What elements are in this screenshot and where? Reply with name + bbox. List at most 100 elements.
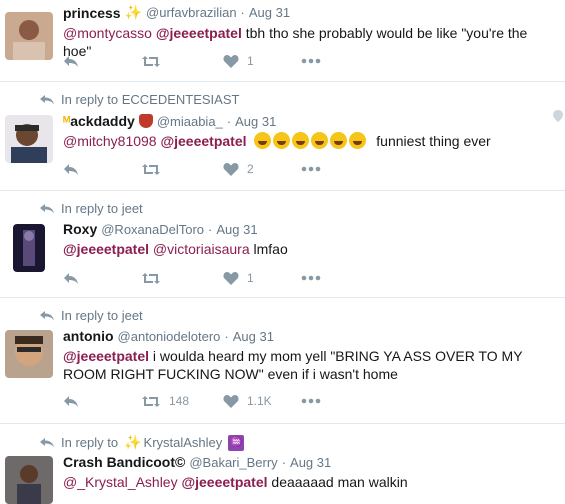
display-name[interactable]: princess — [63, 5, 121, 21]
reply-context[interactable]: In reply to jeet — [40, 201, 143, 216]
separator-dot: · — [240, 5, 245, 20]
mention-link[interactable]: @jeeeetpatel — [63, 241, 149, 257]
avatar[interactable] — [13, 224, 45, 272]
mention-link[interactable]: @victoriaisaura — [153, 241, 250, 257]
timestamp[interactable]: Aug 31 — [235, 114, 276, 129]
mention-link[interactable]: @mitchy81098 — [63, 133, 157, 149]
heart-icon — [223, 55, 239, 68]
retweet-icon — [142, 395, 160, 407]
reply-icon — [64, 163, 78, 175]
display-name[interactable]: Roxy — [63, 221, 97, 237]
reply-context[interactable]: In reply to ECCEDENTESIAST — [40, 92, 239, 107]
tweet: In reply to ECCEDENTESIAST ᴹ ackdaddy @m… — [0, 82, 565, 191]
reply-context[interactable]: In reply to jeet — [40, 308, 143, 323]
reply-context-text: In reply to jeet — [61, 201, 143, 216]
tweet-header: ᴹ ackdaddy @miaabia_ · Aug 31 — [63, 113, 276, 129]
reply-button[interactable] — [63, 163, 141, 176]
retweet-icon — [142, 272, 160, 284]
reply-context-text: In reply to jeet — [61, 308, 143, 323]
reply-context[interactable]: In reply to ✨ KrystalAshley ♒ — [40, 434, 245, 451]
tweet: In reply to jeet antonio @antoniodeloter… — [0, 298, 565, 424]
mention-link[interactable]: @jeeeetpatel — [156, 25, 242, 41]
laughing-icon — [311, 132, 329, 149]
mention-link[interactable]: @jeeeetpatel — [160, 133, 246, 149]
retweet-button[interactable] — [141, 55, 223, 68]
username[interactable]: @miaabia_ — [157, 114, 223, 129]
reply-arrow-icon — [40, 94, 54, 104]
more-button[interactable] — [301, 58, 321, 64]
reply-arrow-icon — [40, 203, 54, 213]
mention-link[interactable]: @_Krystal_Ashley — [63, 474, 178, 490]
sparkles-icon: ✨ — [124, 434, 142, 450]
retweet-button[interactable] — [141, 163, 223, 176]
reply-icon — [64, 395, 78, 407]
tweet: In reply to ✨ KrystalAshley ♒ Crash Band… — [0, 424, 565, 504]
tweet-text-content: lmfao — [253, 241, 288, 257]
like-button[interactable]: 1.1K — [223, 394, 301, 408]
tweet-header: Roxy @RoxanaDelToro · Aug 31 — [63, 221, 258, 237]
sparkles-icon: ✨ — [124, 4, 143, 20]
retweet-button[interactable] — [141, 272, 223, 285]
like-count: 1 — [247, 271, 254, 285]
username[interactable]: @urfavbrazilian — [146, 5, 237, 20]
ellipsis-icon — [301, 398, 321, 404]
avatar[interactable] — [5, 12, 53, 60]
separator-dot: · — [226, 113, 232, 129]
tweet-text: @mitchy81098 @jeeeetpatel funniest thing… — [63, 132, 555, 150]
retweet-button[interactable]: 148 — [141, 394, 223, 408]
heart-icon — [223, 395, 239, 408]
tweet-text-content: funniest thing ever — [376, 133, 491, 149]
tweet-actions: 2 — [63, 162, 321, 176]
ellipsis-icon — [301, 275, 321, 281]
mention-link[interactable]: @jeeeetpatel — [63, 348, 149, 364]
laughing-icon — [349, 132, 367, 149]
tweet-text-content: deaaaaad man walkin — [271, 474, 408, 490]
laughing-icon — [292, 132, 310, 149]
reply-button[interactable] — [63, 272, 141, 285]
location-pin-icon — [553, 110, 563, 122]
display-name[interactable]: antonio — [63, 328, 114, 344]
username[interactable]: @Bakari_Berry — [189, 455, 277, 470]
more-button[interactable] — [301, 166, 321, 172]
tweet-actions: 1 — [63, 271, 321, 285]
timestamp[interactable]: Aug 31 — [249, 5, 290, 20]
avatar[interactable] — [5, 115, 53, 163]
username[interactable]: @antoniodelotero — [118, 329, 221, 344]
timestamp[interactable]: Aug 31 — [216, 222, 257, 237]
like-button[interactable]: 1 — [223, 271, 301, 285]
reply-icon — [64, 272, 78, 284]
tweet: In reply to jeet Roxy @RoxanaDelToro · A… — [0, 191, 565, 298]
avatar[interactable] — [5, 456, 53, 504]
reply-button[interactable] — [63, 395, 141, 408]
reply-button[interactable] — [63, 55, 141, 68]
mention-link[interactable]: @jeeeetpatel — [181, 474, 267, 490]
reply-arrow-icon — [40, 437, 54, 447]
more-button[interactable] — [301, 398, 321, 404]
separator-dot: · — [208, 221, 213, 237]
avatar[interactable] — [5, 330, 53, 378]
like-count: 1.1K — [247, 394, 272, 408]
heart-icon — [223, 272, 239, 285]
reply-context-text: In reply to ECCEDENTESIAST — [61, 92, 240, 107]
mention-link[interactable]: @montycasso — [63, 25, 152, 41]
like-button[interactable]: 1 — [223, 54, 301, 68]
tweet-header: Crash Bandicoot© @Bakari_Berry · Aug 31 — [63, 454, 331, 470]
like-button[interactable]: 2 — [223, 162, 301, 176]
display-name[interactable]: Crash Bandicoot© — [63, 454, 185, 470]
reply-context-prefix: In reply to — [61, 435, 119, 450]
username[interactable]: @RoxanaDelToro — [101, 222, 204, 237]
retweet-count: 148 — [169, 394, 190, 408]
reply-context-name: KrystalAshley — [143, 435, 223, 450]
timestamp[interactable]: Aug 31 — [290, 455, 331, 470]
like-count: 2 — [247, 162, 254, 176]
timestamp[interactable]: Aug 31 — [233, 329, 274, 344]
tweet-text: @_Krystal_Ashley @jeeeetpatel deaaaaad m… — [63, 473, 555, 491]
more-button[interactable] — [301, 275, 321, 281]
laughing-emoji-row — [254, 132, 372, 149]
tweet-header: princess ✨ @urfavbrazilian · Aug 31 — [63, 4, 290, 21]
display-name[interactable]: ackdaddy — [70, 113, 135, 129]
ellipsis-icon — [301, 166, 321, 172]
tongue-icon — [138, 114, 153, 128]
m-logo-icon: ᴹ — [63, 113, 71, 129]
tweet-actions: 148 1.1K — [63, 394, 321, 408]
